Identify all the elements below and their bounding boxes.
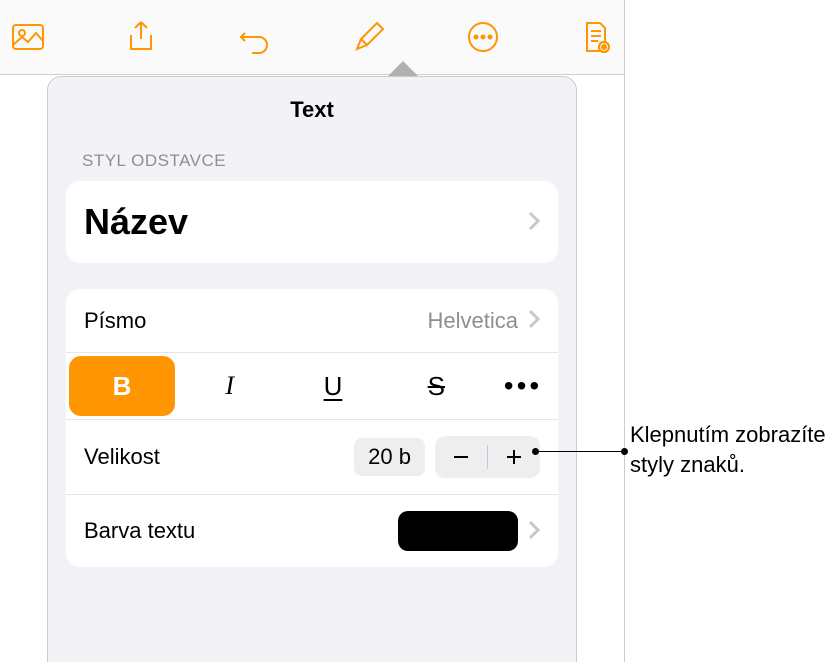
paragraph-style-card: Název [66,181,558,263]
paragraph-style-row[interactable]: Název [66,181,558,263]
brush-icon[interactable] [341,10,396,65]
underline-button[interactable]: U [281,353,384,419]
format-panel: Text STYL ODSTAVCE Název Písmo Helvetica [47,76,577,662]
callout-line [533,451,627,452]
color-swatch[interactable] [398,511,518,551]
italic-button[interactable]: I [178,353,281,419]
strikethrough-button[interactable]: S [385,353,488,419]
size-row: Velikost 20 b [66,420,558,495]
size-label: Velikost [84,444,160,470]
more-icon[interactable] [455,10,510,65]
share-icon[interactable] [114,10,169,65]
format-buttons-row: B I U S ••• [66,353,558,420]
bold-button[interactable]: B [69,356,175,416]
more-formats-button[interactable]: ••• [488,353,558,419]
font-label: Písmo [84,308,146,334]
paragraph-style-value: Název [84,201,188,243]
text-color-label: Barva textu [84,518,195,544]
size-value[interactable]: 20 b [354,438,425,476]
paragraph-style-section-label: STYL ODSTAVCE [48,151,576,181]
chevron-right-icon [528,207,540,238]
chevron-right-icon [528,516,540,547]
document-icon[interactable] [569,10,624,65]
callout-text: Klepnutím zobrazíte styly znaků. [630,420,838,479]
undo-icon[interactable] [228,10,283,65]
panel-arrow [389,62,417,76]
text-color-row[interactable]: Barva textu [66,495,558,567]
increase-size-button[interactable] [488,436,540,478]
text-format-card: Písmo Helvetica B I U S ••• Vel [66,289,558,567]
decrease-size-button[interactable] [435,436,487,478]
font-value: Helvetica [428,308,518,334]
toolbar [0,0,624,75]
panel-title: Text [48,97,576,123]
chevron-right-icon [528,305,540,336]
photo-icon[interactable] [0,10,55,65]
font-row[interactable]: Písmo Helvetica [66,289,558,353]
size-stepper [435,436,540,478]
